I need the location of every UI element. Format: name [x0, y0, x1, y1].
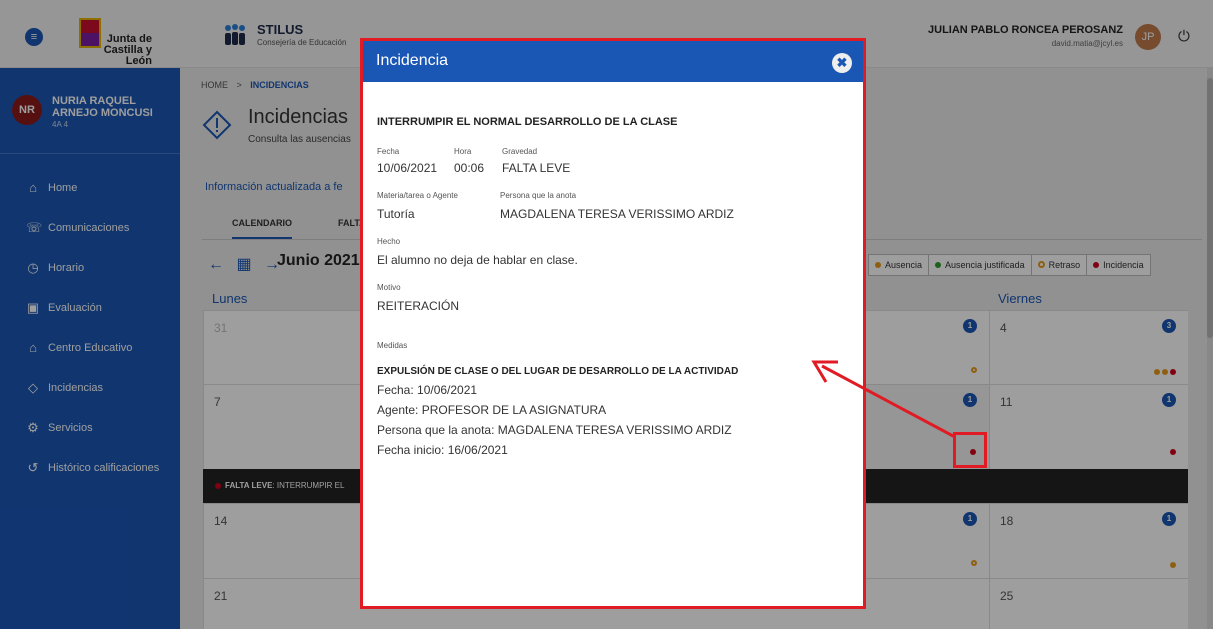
medida-line: Fecha: 10/06/2021: [377, 383, 478, 397]
modal-header: Incidencia ✖: [363, 41, 863, 82]
gravedad-value: FALTA LEVE: [502, 161, 571, 175]
fecha-value: 10/06/2021: [377, 161, 438, 175]
hora-value: 00:06: [454, 161, 485, 175]
hecho-label: Hecho: [377, 237, 401, 246]
medida-line: Fecha inicio: 16/06/2021: [377, 443, 508, 457]
materia-label: Materia/tarea o Agente: [377, 191, 458, 200]
close-icon[interactable]: ✖: [832, 53, 852, 73]
annotation-highlight-box: [953, 432, 987, 468]
incidencia-modal: Incidencia ✖ INTERRUMPIR EL NORMAL DESAR…: [360, 38, 866, 609]
fecha-label: Fecha: [377, 147, 400, 156]
persona-label: Persona que la anota: [500, 191, 577, 200]
gravedad-label: Gravedad: [502, 147, 538, 156]
medida-line: Persona que la anota: MAGDALENA TERESA V…: [377, 423, 732, 437]
hora-label: Hora: [454, 147, 472, 156]
medida-line: Agente: PROFESOR DE LA ASIGNATURA: [377, 403, 607, 417]
medidas-label: Medidas: [377, 341, 408, 350]
modal-title: Incidencia: [376, 52, 449, 69]
motivo-value: REITERACIÓN: [377, 299, 460, 313]
incident-title: INTERRUMPIR EL NORMAL DESARROLLO DE LA C…: [377, 116, 678, 128]
medida-title: EXPULSIÓN DE CLASE O DEL LUGAR DE DESARR…: [377, 366, 739, 377]
hecho-value: El alumno no deja de hablar en clase.: [377, 253, 578, 267]
materia-value: Tutoría: [377, 207, 415, 221]
motivo-label: Motivo: [377, 283, 401, 292]
persona-value: MAGDALENA TERESA VERISSIMO ARDIZ: [500, 207, 734, 221]
